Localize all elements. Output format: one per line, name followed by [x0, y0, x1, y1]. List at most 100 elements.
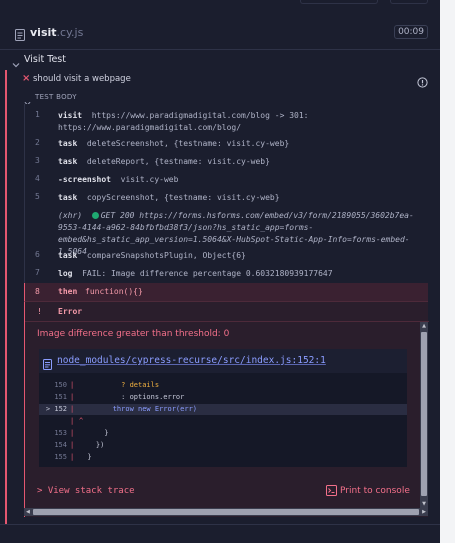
- line-bar: |: [70, 441, 75, 449]
- command-text: compareSnapshotsPlugin, Object{6}: [86, 251, 246, 260]
- terminal-icon: [326, 485, 337, 499]
- spec-extension: .cy.js: [56, 26, 84, 39]
- horizontal-scrollbar[interactable]: ◀ ▶: [24, 508, 428, 516]
- command-name: task: [58, 157, 78, 166]
- command-number: 3: [35, 156, 40, 165]
- command-text: visit.cy-web: [120, 175, 179, 184]
- code-line: 155 | }: [39, 452, 407, 463]
- print-label: Print to console: [340, 486, 410, 496]
- command-name: -screenshot: [58, 175, 111, 184]
- scrollbar-thumb[interactable]: [33, 509, 419, 515]
- toolbar-button[interactable]: [300, 0, 378, 4]
- status-dot-icon: [91, 212, 99, 219]
- command-message: task deleteScreenshot, {testname: visit.…: [58, 138, 425, 150]
- command-text: deleteScreenshot, {testname: visit.cy-we…: [86, 139, 290, 148]
- command-row[interactable]: 3 task deleteReport, {testname: visit.cy…: [25, 154, 429, 168]
- command-message: visit https://www.paradigmadigital.com/b…: [58, 110, 425, 134]
- scroll-up-icon[interactable]: ▲: [421, 322, 427, 330]
- failed-test-indicator: [5, 70, 7, 525]
- command-message: task copyScreenshot, {testname: visit.cy…: [58, 192, 425, 204]
- command-message: task deleteReport, {testname: visit.cy-w…: [58, 156, 425, 168]
- suite-title: Visit Test: [24, 54, 66, 65]
- line-number: 150: [54, 381, 67, 389]
- divider: [0, 524, 440, 525]
- command-name: task: [58, 193, 78, 202]
- code-line: 151 | : options.error: [39, 392, 407, 403]
- line-code: }): [79, 441, 105, 449]
- command-text: function(){}: [85, 287, 143, 296]
- error-label: Error: [58, 307, 83, 316]
- command-row[interactable]: 7 log FAIL: Image difference percentage …: [25, 266, 429, 280]
- command-text: deleteReport, {testname: visit.cy-web}: [86, 157, 270, 166]
- scroll-down-icon[interactable]: ▼: [421, 500, 427, 508]
- view-stack-trace-button[interactable]: > View stack trace: [37, 486, 135, 496]
- vertical-scrollbar[interactable]: ▲ ▼: [420, 322, 428, 508]
- command-number: 2: [35, 138, 40, 147]
- command-number: 4: [35, 174, 40, 183]
- command-number: 5: [35, 192, 40, 201]
- line-bar: |: [70, 405, 75, 413]
- command-log: 1 visit https://www.paradigmadigital.com…: [24, 104, 428, 284]
- command-number: 6: [35, 250, 40, 259]
- line-code: ^: [79, 417, 84, 425]
- line-code: throw new Error(err): [79, 405, 198, 413]
- command-text: https://www.paradigmadigital.com/blog ->…: [58, 111, 314, 132]
- code-line: 153 | }: [39, 428, 407, 439]
- scrollbar-thumb[interactable]: [421, 332, 427, 496]
- command-name: log: [58, 269, 73, 278]
- line-number: 154: [54, 441, 67, 449]
- command-row[interactable]: 2 task deleteScreenshot, {testname: visi…: [25, 136, 429, 150]
- command-number: 7: [35, 268, 40, 277]
- command-row[interactable]: 1 visit https://www.paradigmadigital.com…: [25, 108, 429, 132]
- command-name: (xhr): [58, 211, 83, 220]
- test-row[interactable]: × should visit a webpage: [0, 71, 440, 88]
- code-line-highlighted: > 152 | throw new Error(err): [39, 404, 407, 415]
- command-text: copyScreenshot, {testname: visit.cy-web}: [86, 193, 280, 202]
- file-path-link[interactable]: node_modules/cypress-recurse/src/index.j…: [57, 355, 326, 366]
- command-name: task: [58, 251, 78, 260]
- line-bar: |: [70, 453, 75, 461]
- suite-row[interactable]: Visit Test: [0, 52, 440, 68]
- test-title: should visit a webpage: [33, 74, 131, 84]
- command-row[interactable]: 6 task compareSnapshotsPlugin, Object{6}: [25, 248, 429, 262]
- line-number: > 152: [45, 405, 67, 413]
- xhr-command-row[interactable]: (xhr) GET 200 https://forms.hsforms.com/…: [25, 208, 429, 256]
- failed-command-row[interactable]: 8 then function(){}: [24, 283, 428, 301]
- error-message: Image difference greater than threshold:…: [37, 329, 230, 339]
- scroll-right-icon[interactable]: ▶: [422, 508, 426, 516]
- toolbar-button[interactable]: [390, 0, 428, 4]
- top-toolbar: [0, 0, 440, 14]
- command-message: log FAIL: Image difference percentage 0.…: [58, 268, 425, 280]
- code-line: 154 | }): [39, 440, 407, 451]
- x-fail-icon: ×: [22, 73, 31, 84]
- spec-header: visit.cy.js 00:09: [0, 16, 440, 50]
- line-bar: |: [70, 429, 75, 437]
- file-icon: [15, 26, 25, 45]
- line-bar: |: [70, 417, 75, 425]
- command-row[interactable]: 5 task copyScreenshot, {testname: visit.…: [25, 190, 429, 204]
- line-code: }: [79, 453, 92, 461]
- test-body-header[interactable]: TEST BODY: [0, 90, 440, 106]
- code-frame: 150 | ? details 151 | : options.error > 15…: [39, 373, 407, 467]
- file-icon: [43, 355, 52, 374]
- spec-duration-badge: 00:09: [394, 25, 428, 39]
- command-message: task compareSnapshotsPlugin, Object{6}: [58, 250, 425, 262]
- line-bar: |: [70, 381, 75, 389]
- line-code: }: [79, 429, 109, 437]
- command-name: then: [58, 287, 78, 296]
- command-name: task: [58, 139, 78, 148]
- command-text: FAIL: Image difference percentage 0.6032…: [82, 269, 333, 278]
- reporter-panel: visit.cy.js 00:09 Visit Test × should vi…: [0, 0, 440, 543]
- line-number: 155: [54, 453, 67, 461]
- spec-file-name[interactable]: visit.cy.js: [30, 26, 83, 39]
- error-panel: ! Error Image difference greater than th…: [24, 301, 429, 517]
- command-row[interactable]: 4 -screenshot visit.cy-web: [25, 172, 429, 186]
- code-frame-file[interactable]: node_modules/cypress-recurse/src/index.j…: [39, 349, 407, 373]
- line-code: ? details: [79, 381, 160, 389]
- scroll-left-icon[interactable]: ◀: [26, 508, 30, 516]
- line-number: 153: [54, 429, 67, 437]
- line-bar: |: [70, 393, 75, 401]
- command-name: visit: [58, 111, 83, 120]
- command-number: 8: [35, 287, 40, 296]
- spec-name: visit: [30, 26, 57, 39]
